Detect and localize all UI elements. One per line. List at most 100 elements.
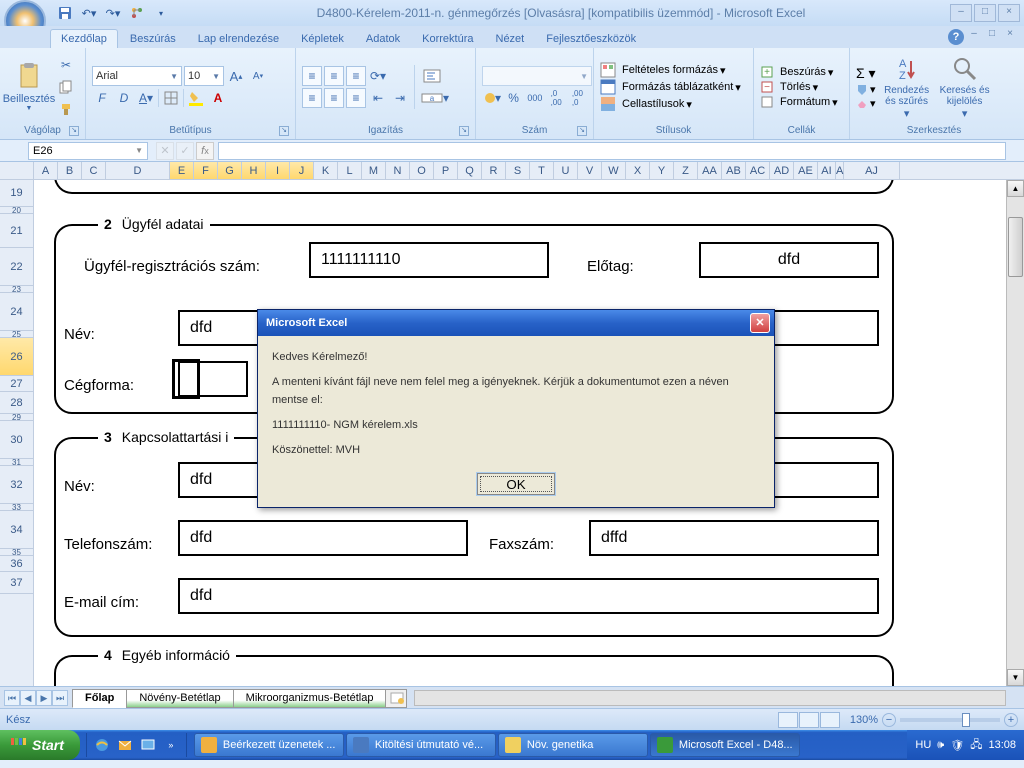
- select-all-button[interactable]: [0, 162, 34, 180]
- tab-home[interactable]: Kezdőlap: [50, 29, 118, 48]
- align-bottom-icon[interactable]: ≡: [346, 66, 366, 86]
- column-header[interactable]: AB: [722, 162, 746, 179]
- column-header[interactable]: AA: [698, 162, 722, 179]
- sort-filter-button[interactable]: AZ Rendezés és szűrés▾: [880, 54, 934, 120]
- reg-field[interactable]: 1111111110: [309, 242, 549, 278]
- borders-icon[interactable]: [161, 88, 181, 108]
- column-header[interactable]: A: [34, 162, 58, 179]
- row-header[interactable]: 21: [0, 214, 33, 248]
- column-header[interactable]: X: [626, 162, 650, 179]
- clipboard-dialog-launcher[interactable]: ↘: [69, 126, 79, 136]
- horizontal-scrollbar[interactable]: [414, 690, 1006, 706]
- fill-color-icon[interactable]: [186, 88, 206, 108]
- row-header[interactable]: 30: [0, 421, 33, 459]
- tab-nav-prev[interactable]: ◀: [20, 690, 36, 706]
- formula-bar[interactable]: [218, 142, 1006, 160]
- column-header[interactable]: P: [434, 162, 458, 179]
- column-header[interactable]: Y: [650, 162, 674, 179]
- orientation-icon[interactable]: ⟳▾: [368, 66, 388, 86]
- taskbar-task[interactable]: Növ. genetika: [498, 733, 648, 757]
- column-header[interactable]: K: [314, 162, 338, 179]
- workbook-close-button[interactable]: ×: [1002, 28, 1018, 42]
- clear-button[interactable]: ▾: [856, 97, 876, 110]
- column-header[interactable]: G: [218, 162, 242, 179]
- row-header[interactable]: 28: [0, 392, 33, 414]
- number-format-combo[interactable]: ▼: [482, 66, 592, 86]
- paste-button[interactable]: Beillesztés▼: [6, 54, 52, 120]
- column-header[interactable]: A: [836, 162, 844, 179]
- qat-customize-icon[interactable]: ▾: [150, 2, 172, 24]
- language-indicator[interactable]: HU: [915, 739, 931, 751]
- page-layout-view-button[interactable]: [799, 712, 819, 728]
- workbook-minimize-button[interactable]: –: [966, 28, 982, 42]
- row-header[interactable]: 33: [0, 504, 33, 511]
- column-header[interactable]: M: [362, 162, 386, 179]
- row-header[interactable]: 23: [0, 286, 33, 293]
- column-header[interactable]: AE: [794, 162, 818, 179]
- row-header[interactable]: 31: [0, 459, 33, 466]
- column-header[interactable]: B: [58, 162, 82, 179]
- align-right-icon[interactable]: ≡: [346, 88, 366, 108]
- shrink-font-icon[interactable]: A▾: [248, 66, 268, 86]
- cell-styles-button[interactable]: Cellastílusok ▾: [600, 96, 741, 112]
- comma-style-icon[interactable]: 000: [525, 88, 544, 108]
- tray-icon[interactable]: 🛡: [950, 739, 964, 752]
- accounting-format-icon[interactable]: ▾: [482, 88, 502, 108]
- align-top-icon[interactable]: ≡: [302, 66, 322, 86]
- tab-nav-last[interactable]: ⏭: [52, 690, 68, 706]
- column-header[interactable]: W: [602, 162, 626, 179]
- row-header[interactable]: 37: [0, 572, 33, 594]
- row-header[interactable]: 34: [0, 511, 33, 549]
- email-field[interactable]: dfd: [178, 578, 879, 614]
- name3-field[interactable]: dfd: [178, 462, 879, 498]
- ql-desktop-icon[interactable]: [137, 733, 159, 757]
- grow-font-icon[interactable]: A▴: [226, 66, 246, 86]
- column-header[interactable]: R: [482, 162, 506, 179]
- cancel-formula-icon[interactable]: ✕: [156, 142, 174, 160]
- redo-icon[interactable]: ↷▾: [102, 2, 124, 24]
- row-header[interactable]: 20: [0, 207, 33, 214]
- column-header[interactable]: V: [578, 162, 602, 179]
- tab-view[interactable]: Nézet: [486, 30, 535, 48]
- tray-icon[interactable]: 🖧: [970, 736, 982, 755]
- copy-icon[interactable]: [56, 77, 76, 97]
- column-header[interactable]: Q: [458, 162, 482, 179]
- column-header[interactable]: I: [266, 162, 290, 179]
- autosum-button[interactable]: Σ ▾: [856, 65, 876, 82]
- ql-ie-icon[interactable]: [91, 733, 113, 757]
- conditional-formatting-button[interactable]: Feltételes formázás ▾: [600, 62, 741, 78]
- column-header[interactable]: AC: [746, 162, 770, 179]
- font-dialog-launcher[interactable]: ↘: [279, 126, 289, 136]
- column-header[interactable]: C: [82, 162, 106, 179]
- column-header[interactable]: E: [170, 162, 194, 179]
- column-header[interactable]: T: [530, 162, 554, 179]
- format-as-table-button[interactable]: Formázás táblázatként ▾: [600, 79, 741, 95]
- prefix-field[interactable]: dfd: [699, 242, 879, 278]
- sheet-tab-main[interactable]: Főlap: [72, 689, 127, 708]
- tray-icon[interactable]: 🕪: [937, 739, 944, 752]
- column-header[interactable]: D: [106, 162, 170, 179]
- zoom-out-button[interactable]: −: [882, 713, 896, 727]
- taskbar-task[interactable]: Beérkezett üzenetek ...: [194, 733, 344, 757]
- worksheet-grid[interactable]: 2Ügyfél adatai Ügyfél-regisztrációs szám…: [34, 180, 1006, 686]
- format-cells-button[interactable]: Formátum ▾: [760, 95, 838, 109]
- ql-outlook-icon[interactable]: [114, 733, 136, 757]
- row-header[interactable]: 19: [0, 180, 33, 207]
- tab-nav-first[interactable]: ⏮: [4, 690, 20, 706]
- row-header[interactable]: 25: [0, 331, 33, 338]
- column-header[interactable]: AJ: [844, 162, 900, 179]
- tab-formulas[interactable]: Képletek: [291, 30, 354, 48]
- scroll-down-button[interactable]: ▼: [1007, 669, 1024, 686]
- cut-icon[interactable]: ✂: [56, 55, 76, 75]
- number-dialog-launcher[interactable]: ↘: [577, 126, 587, 136]
- vertical-scrollbar[interactable]: ▲ ▼: [1006, 180, 1024, 686]
- zoom-slider[interactable]: [900, 718, 1000, 722]
- page-break-view-button[interactable]: [820, 712, 840, 728]
- zoom-in-button[interactable]: +: [1004, 713, 1018, 727]
- tab-developer[interactable]: Fejlesztőeszközök: [536, 30, 646, 48]
- sheet-tab-plant[interactable]: Növény-Betétlap: [126, 689, 233, 708]
- row-header[interactable]: 29: [0, 414, 33, 421]
- clock[interactable]: 13:08: [988, 739, 1016, 751]
- font-name-combo[interactable]: Arial▼: [92, 66, 182, 86]
- wrap-text-icon[interactable]: [419, 66, 445, 86]
